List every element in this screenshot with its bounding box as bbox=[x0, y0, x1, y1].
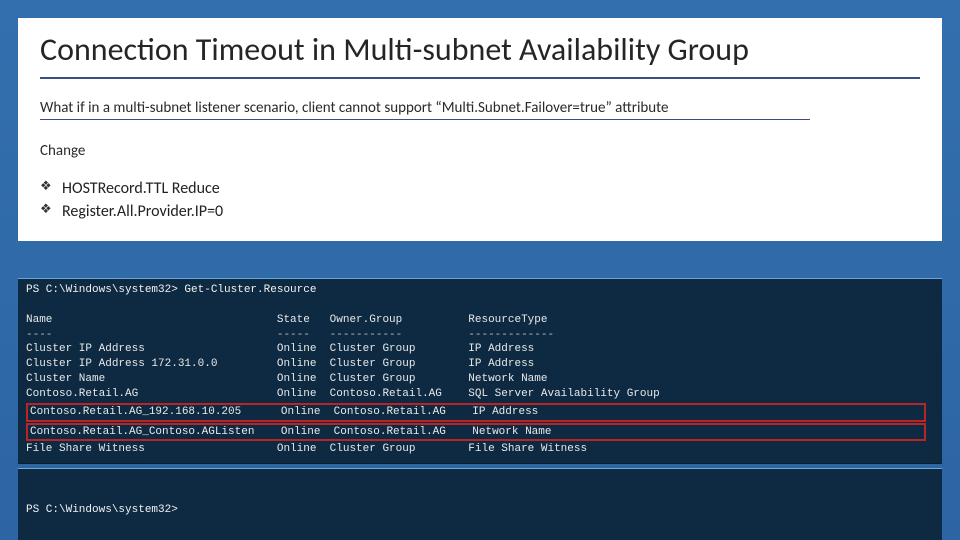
bullet-item: HOSTRecord.TTL Reduce bbox=[40, 178, 920, 200]
ps-prompt: PS C:\Windows\system32> bbox=[26, 503, 934, 518]
title-underline bbox=[40, 77, 920, 79]
table-row: Contoso.Retail.AG Online Contoso.Retail.… bbox=[26, 387, 934, 402]
slide: Connection Timeout in Multi-subnet Avail… bbox=[0, 0, 960, 540]
terminal-block-1: PS C:\Windows\system32> Get-Cluster.Reso… bbox=[18, 278, 942, 464]
table-row: Cluster IP Address Online Cluster Group … bbox=[26, 342, 934, 357]
blank-row bbox=[26, 298, 934, 313]
intro-text: What if in a multi-subnet listener scena… bbox=[40, 99, 920, 117]
change-label: Change bbox=[40, 142, 920, 160]
table-row-highlight: Contoso.Retail.AG_Contoso.AGListen Onlin… bbox=[26, 423, 926, 442]
terminal-area: PS C:\Windows\system32> Get-Cluster.Reso… bbox=[18, 278, 942, 540]
slide-title: Connection Timeout in Multi-subnet Avail… bbox=[40, 32, 920, 69]
table-sep: ---- ----- ----------- ------------- bbox=[26, 328, 934, 343]
intro-underline bbox=[40, 119, 810, 121]
bullet-item: Register.All.Provider.IP=0 bbox=[40, 201, 920, 223]
table-header: Name State Owner.Group ResourceType bbox=[26, 313, 934, 328]
table-row: Cluster Name Online Cluster Group Networ… bbox=[26, 372, 934, 387]
table-row: Cluster IP Address 172.31.0.0 Online Clu… bbox=[26, 357, 934, 372]
table-row-highlight: Contoso.Retail.AG_192.168.10.205 Online … bbox=[26, 403, 926, 422]
bullet-list: HOSTRecord.TTL Reduce Register.All.Provi… bbox=[40, 178, 920, 223]
ps-prompt: PS C:\Windows\system32> Get-Cluster.Reso… bbox=[26, 283, 934, 298]
content-card: Connection Timeout in Multi-subnet Avail… bbox=[18, 18, 942, 241]
terminal-block-2: PS C:\Windows\system32> Get-Cluster.Reso… bbox=[18, 468, 942, 540]
table-row: File Share Witness Online Cluster Group … bbox=[26, 442, 934, 457]
